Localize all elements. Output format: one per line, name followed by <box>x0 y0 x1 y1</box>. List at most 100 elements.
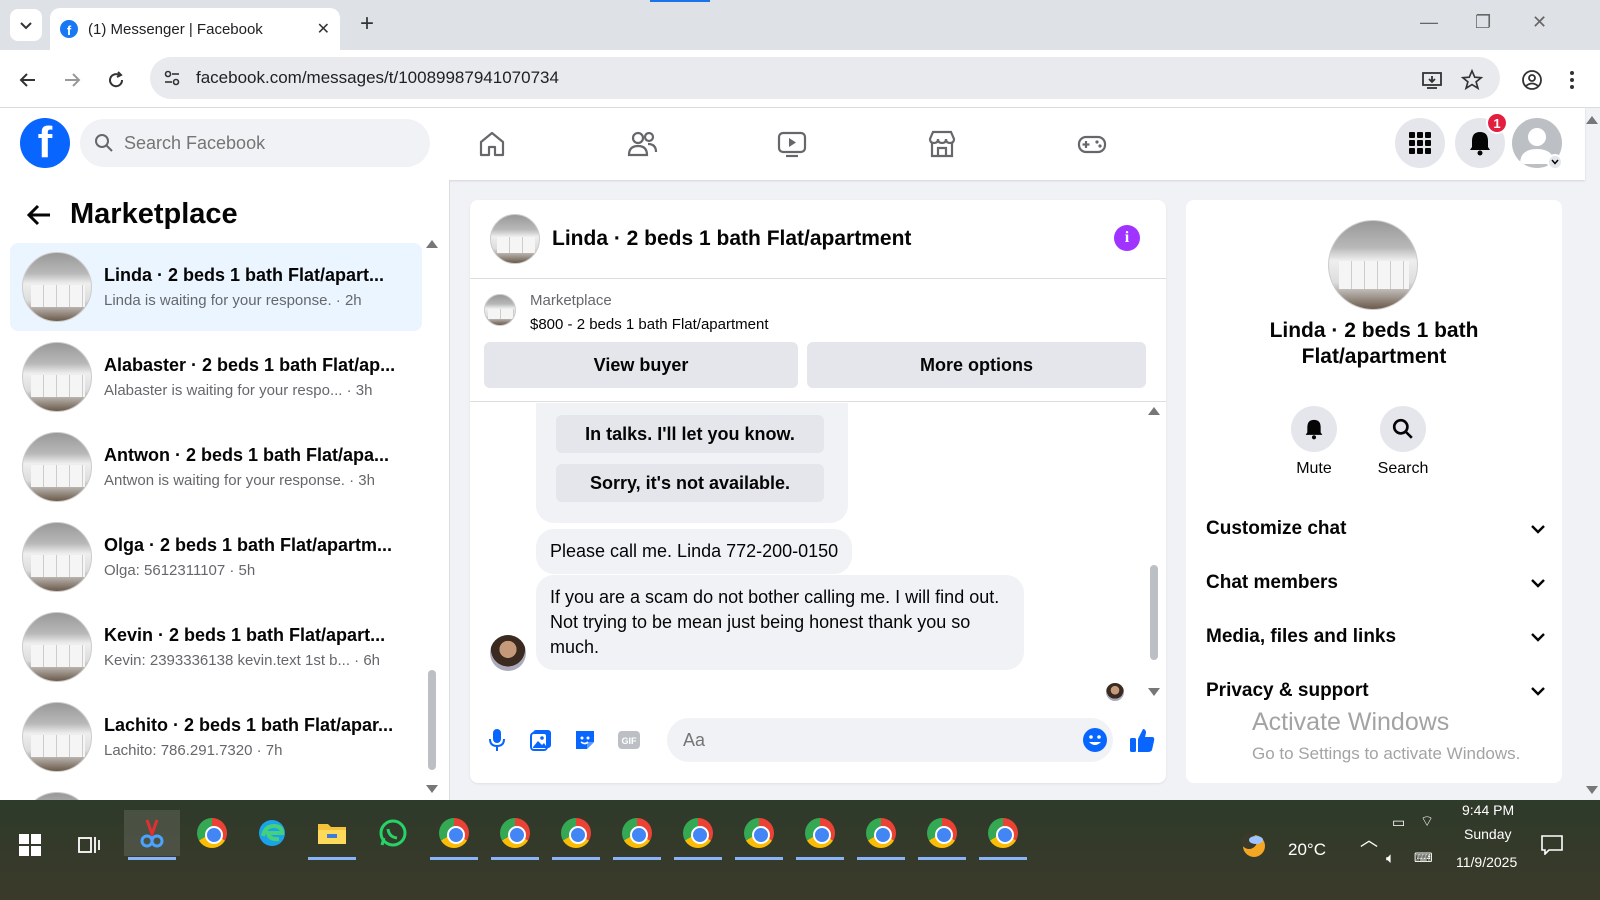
folder-icon <box>318 824 346 844</box>
taskbar-app-snip[interactable] <box>124 810 180 860</box>
volume-icon[interactable]: 🔈︎ <box>1386 850 1395 867</box>
forward-button[interactable] <box>56 64 88 96</box>
voice-clip-button[interactable] <box>482 725 512 755</box>
wifi-icon[interactable]: ⌔ <box>1420 812 1434 831</box>
chat-scroll-up-arrow[interactable] <box>1148 407 1160 415</box>
conversation-item[interactable]: Alabaster · 2 beds 1 bath Flat/ap... Ala… <box>10 333 422 421</box>
menu-button[interactable] <box>1395 118 1445 168</box>
conversation-item[interactable]: Lachito · 2 beds 1 bath Flat/apar... Lac… <box>10 693 422 781</box>
taskbar-app-chrome-profile[interactable] <box>670 810 726 860</box>
chat-scrollbar-thumb[interactable] <box>1150 565 1158 660</box>
view-buyer-button[interactable]: View buyer <box>484 342 798 388</box>
facebook-search-box[interactable] <box>80 119 430 167</box>
omnibox[interactable]: facebook.com/messages/t/1008998794107073… <box>150 57 1500 99</box>
quick-reply-button[interactable]: Sorry, it's not available. <box>556 464 824 502</box>
info-icon[interactable]: i <box>1114 225 1140 251</box>
new-tab-button[interactable]: + <box>352 10 382 38</box>
back-button[interactable] <box>12 64 44 96</box>
conversation-item[interactable]: Olga · 2 beds 1 bath Flat/apartm... Olga… <box>10 513 422 601</box>
taskbar-app-whatsapp[interactable] <box>365 810 421 856</box>
facebook-logo-icon[interactable]: f <box>20 118 70 168</box>
conversation-item[interactable]: Antwon · 2 beds 1 bath Flat/apa... Antwo… <box>10 423 422 511</box>
browser-tab-active[interactable]: f (1) Messenger | Facebook ✕ <box>50 8 340 50</box>
taskbar-app-chrome-profile[interactable] <box>731 810 787 860</box>
browser-menu-button[interactable] <box>1556 64 1588 96</box>
conversation-item[interactable]: Linda · 2 beds 1 bath Flat/apart... Lind… <box>10 243 422 331</box>
taskbar-app-edge[interactable] <box>244 810 300 856</box>
quick-reply-button[interactable]: In talks. I'll let you know. <box>556 415 824 453</box>
close-window-icon[interactable]: ✕ <box>1532 12 1547 33</box>
clock-time[interactable]: 9:44 PM <box>1462 802 1514 818</box>
account-chevron-icon[interactable] <box>1547 154 1563 170</box>
restore-icon[interactable]: ❐ <box>1475 12 1491 33</box>
nav-home[interactable] <box>472 124 512 164</box>
minimize-icon[interactable]: — <box>1420 12 1438 33</box>
chat-members-section[interactable]: Chat members <box>1206 563 1546 603</box>
meet-now-icon[interactable]: ▭ <box>1392 814 1405 831</box>
tab-search-button[interactable] <box>10 9 42 41</box>
listing-banner: Marketplace $800 - 2 beds 1 bath Flat/ap… <box>470 280 1166 402</box>
bookmark-button[interactable] <box>1456 64 1488 96</box>
nav-friends[interactable] <box>622 124 662 164</box>
attach-photo-button[interactable] <box>526 725 556 755</box>
chat-title[interactable]: Linda · 2 beds 1 bath Flat/apartment <box>552 227 911 251</box>
close-tab-icon[interactable]: ✕ <box>317 19 330 39</box>
sticker-button[interactable] <box>570 725 600 755</box>
conversation-item[interactable]: Kevin · 2 beds 1 bath Flat/apart... Kevi… <box>10 603 422 691</box>
back-arrow-icon[interactable] <box>26 203 52 227</box>
input-indicator-icon[interactable]: ⌨︎ <box>1414 850 1433 866</box>
conversation-item-partial[interactable] <box>10 783 422 800</box>
list-scroll-down-arrow[interactable] <box>426 785 438 793</box>
show-hidden-icons-chevron-icon[interactable]: ︿ <box>1360 826 1378 852</box>
taskbar-app-chrome[interactable] <box>184 810 240 856</box>
action-center-button[interactable] <box>1534 822 1570 868</box>
taskbar-app-chrome-profile[interactable] <box>548 810 604 860</box>
taskbar-app-explorer[interactable] <box>304 810 360 860</box>
listing-thumbnail <box>22 612 92 682</box>
thumbs-up-icon <box>1130 729 1155 752</box>
nav-marketplace[interactable] <box>922 124 962 164</box>
profile-button[interactable] <box>1516 64 1548 96</box>
taskbar-app-chrome-profile[interactable] <box>609 810 665 860</box>
taskbar-app-chrome-profile[interactable] <box>487 810 543 860</box>
clock-day[interactable]: Sunday <box>1464 826 1511 842</box>
search-label: Search <box>1377 460 1429 477</box>
clock-date[interactable]: 11/9/2025 <box>1456 854 1517 870</box>
reload-button[interactable] <box>100 64 132 96</box>
facebook-search-input[interactable] <box>124 132 404 154</box>
more-options-button[interactable]: More options <box>807 342 1146 388</box>
page-scroll-down-arrow[interactable] <box>1586 786 1598 794</box>
contact-avatar[interactable] <box>1328 220 1418 310</box>
mute-button[interactable] <box>1291 406 1337 452</box>
sender-avatar[interactable] <box>490 635 526 671</box>
emoji-button[interactable] <box>1080 725 1110 755</box>
search-conversation-button[interactable] <box>1380 406 1426 452</box>
taskbar-app-chrome-profile[interactable] <box>975 810 1031 860</box>
task-view-button[interactable] <box>62 822 118 868</box>
list-scrollbar-thumb[interactable] <box>428 670 436 770</box>
weather-widget[interactable] <box>1236 822 1272 868</box>
start-button[interactable] <box>2 822 58 868</box>
listing-price-title[interactable]: $800 - 2 beds 1 bath Flat/apartment <box>530 316 768 333</box>
customize-chat-section[interactable]: Customize chat <box>1206 509 1546 549</box>
site-info-icon[interactable] <box>162 68 182 88</box>
taskbar-app-chrome-profile[interactable] <box>853 810 909 860</box>
install-app-button[interactable] <box>1416 64 1448 96</box>
taskbar-app-chrome-profile[interactable] <box>914 810 970 860</box>
chat-scroll-down-arrow[interactable] <box>1148 688 1160 696</box>
chrome-icon <box>927 818 957 848</box>
media-files-links-section[interactable]: Media, files and links <box>1206 617 1546 657</box>
chat-thumbnail[interactable] <box>490 214 540 264</box>
nav-gaming[interactable] <box>1072 124 1112 164</box>
message-input[interactable] <box>667 718 1113 762</box>
like-button[interactable] <box>1127 725 1157 755</box>
page-scroll-up-arrow[interactable] <box>1586 116 1598 124</box>
taskbar-app-chrome-profile[interactable] <box>426 810 482 860</box>
privacy-support-section[interactable]: Privacy & support <box>1206 671 1546 711</box>
search-action[interactable]: Search <box>1368 406 1438 478</box>
list-scroll-up-arrow[interactable] <box>426 240 438 248</box>
taskbar-app-chrome-profile[interactable] <box>792 810 848 860</box>
gif-button[interactable]: GIF <box>614 725 644 755</box>
mute-action[interactable]: Mute <box>1279 406 1349 478</box>
nav-watch[interactable] <box>772 124 812 164</box>
